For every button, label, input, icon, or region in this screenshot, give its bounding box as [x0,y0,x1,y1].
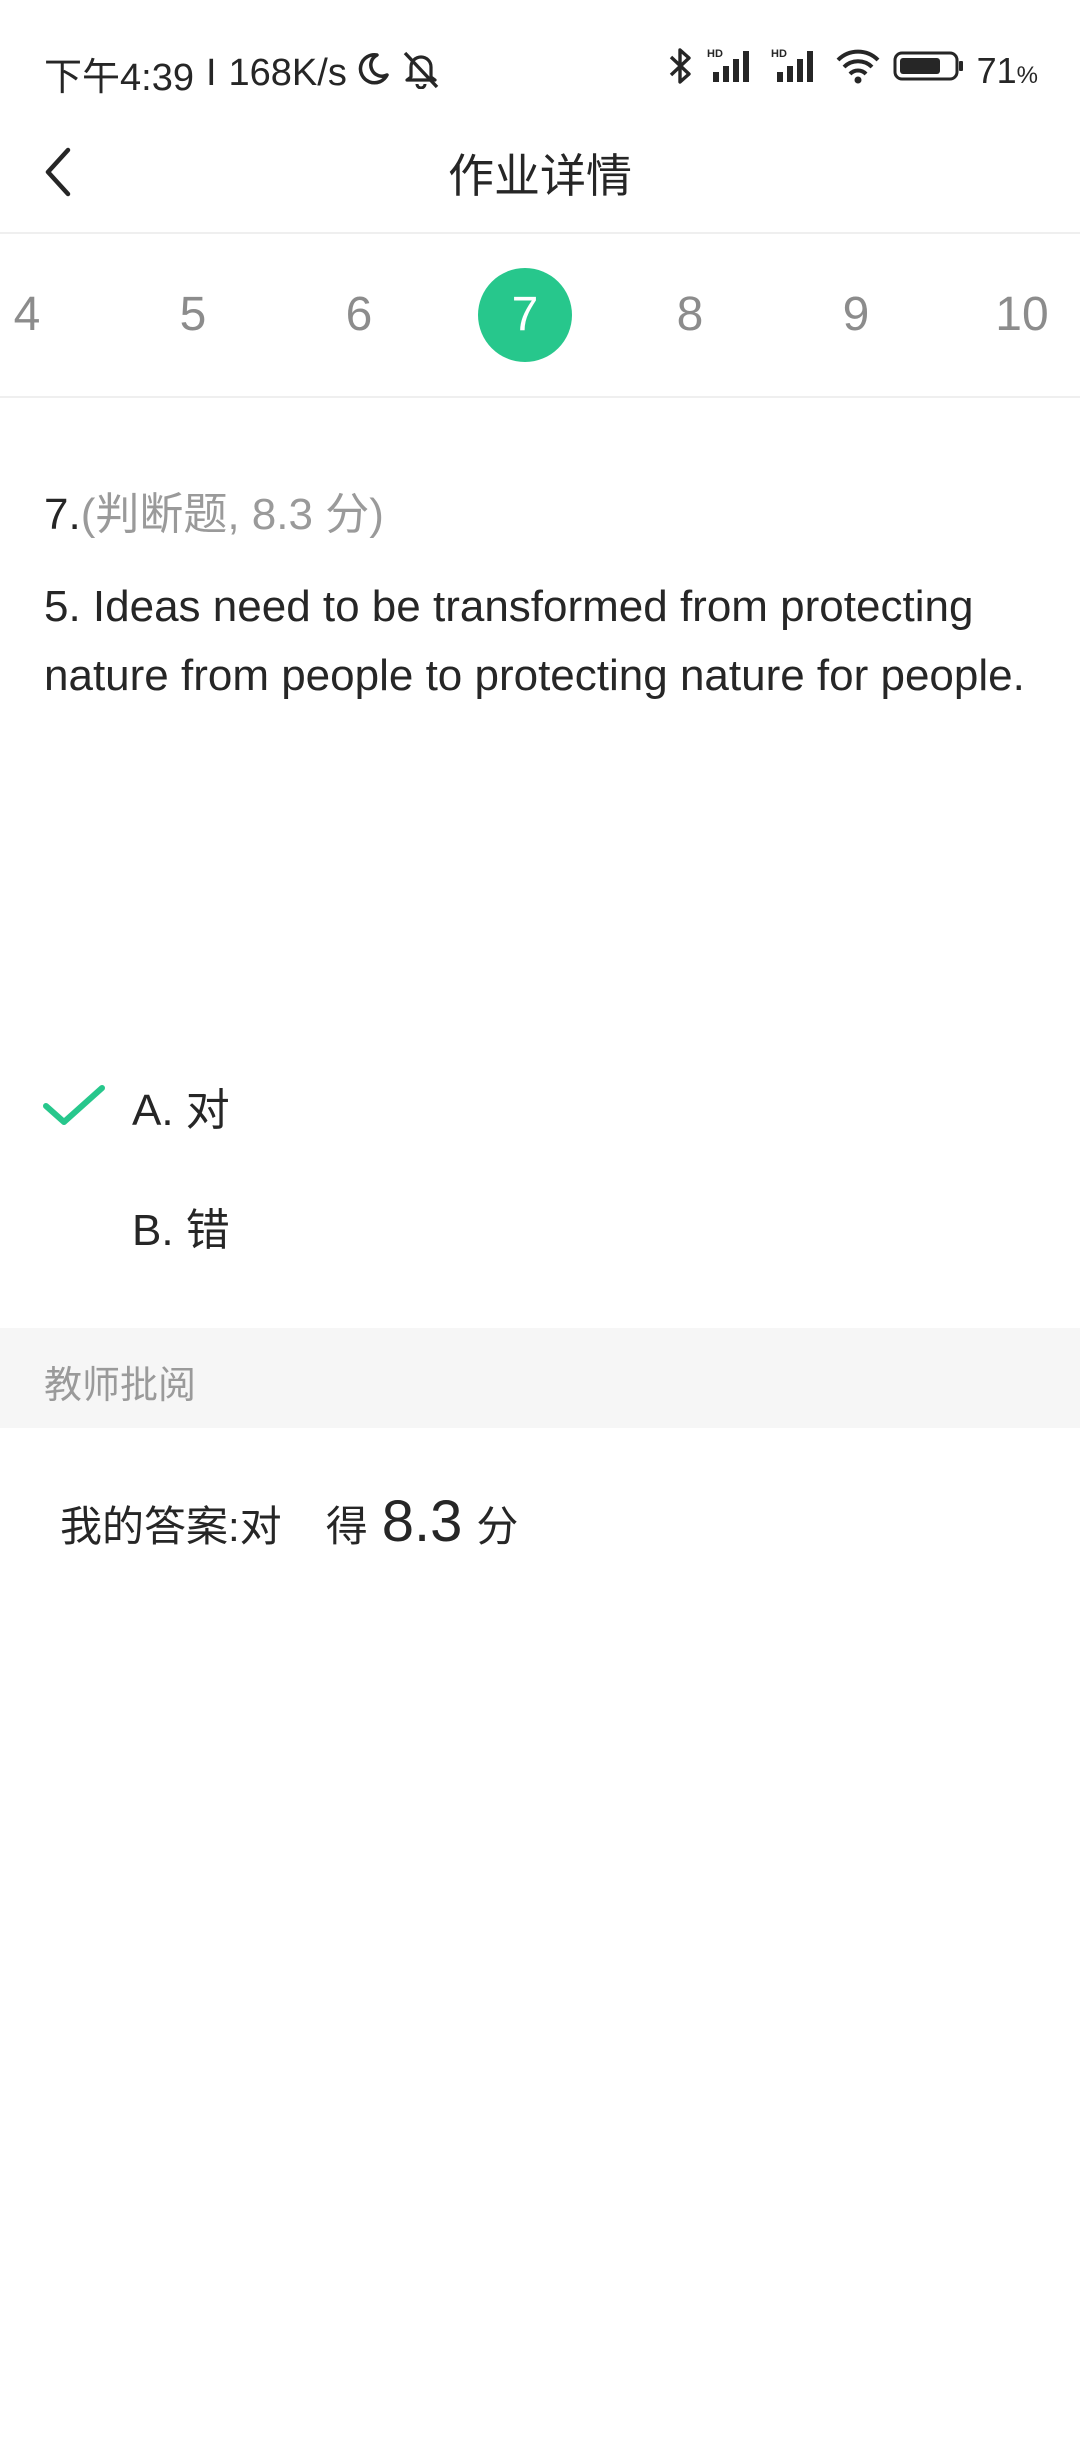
tab-question-7[interactable]: 7 [478,268,572,362]
bell-muted-icon [399,49,443,99]
bluetooth-icon [665,46,695,95]
teacher-review-title: 教师批阅 [44,1365,197,1407]
tab-question-5[interactable]: 5 [146,268,240,362]
battery-value: 71 [976,49,1017,91]
score-unit: 分 [476,1503,519,1550]
signal-hd-icon: HD [707,46,759,95]
status-time: 下午4:39 [44,57,194,99]
question-meta: (判断题, 8.3 分) [80,490,384,539]
option-b[interactable]: B. 错 [0,1180,1080,1270]
tab-question-9[interactable]: 9 [809,268,903,362]
battery-unit: % [1016,61,1038,89]
my-answer-label: 我的答案: [60,1503,240,1550]
option-a[interactable]: A. 对 [0,1060,1080,1150]
my-answer-value: 对 [239,1503,282,1550]
tab-question-4[interactable]: 4 [0,268,74,362]
option-b-label: B. 错 [132,1206,230,1255]
svg-text:HD: HD [707,48,723,60]
question-number: 7. [44,490,81,539]
check-icon [42,1080,106,1135]
moon-icon [355,51,391,97]
page-title: 作业详情 [448,150,632,202]
tab-question-8[interactable]: 8 [643,268,737,362]
question-text: 5. Ideas need to be transformed from pro… [44,582,1025,700]
score-prefix: 得 [325,1503,368,1550]
svg-text:HD: HD [771,48,787,60]
wifi-icon [835,48,881,93]
question-header: 7.(判断题, 8.3 分) [44,478,384,542]
status-separator: I [205,52,217,94]
status-left: 下午4:39 I 168K/s [44,46,443,101]
tab-question-10[interactable]: 10 [975,268,1069,362]
battery-percent: 71% [977,50,1038,92]
question-number-tabs: 4 5 6 7 8 9 10 [0,234,1080,398]
tab-question-6[interactable]: 6 [312,268,406,362]
teacher-review-section: 教师批阅 [0,1328,1080,1428]
my-answer-row: 我的答案: 对 得 8.3 分 [60,1488,518,1555]
header: 作业详情 [0,118,1080,234]
status-right: HD HD 71% [665,46,1038,95]
option-a-label: A. 对 [132,1086,230,1135]
signal-hd-icon: HD [771,46,823,95]
battery-icon [893,49,965,92]
status-speed: 168K/s [228,52,347,94]
score-value: 8.3 [381,1489,463,1554]
